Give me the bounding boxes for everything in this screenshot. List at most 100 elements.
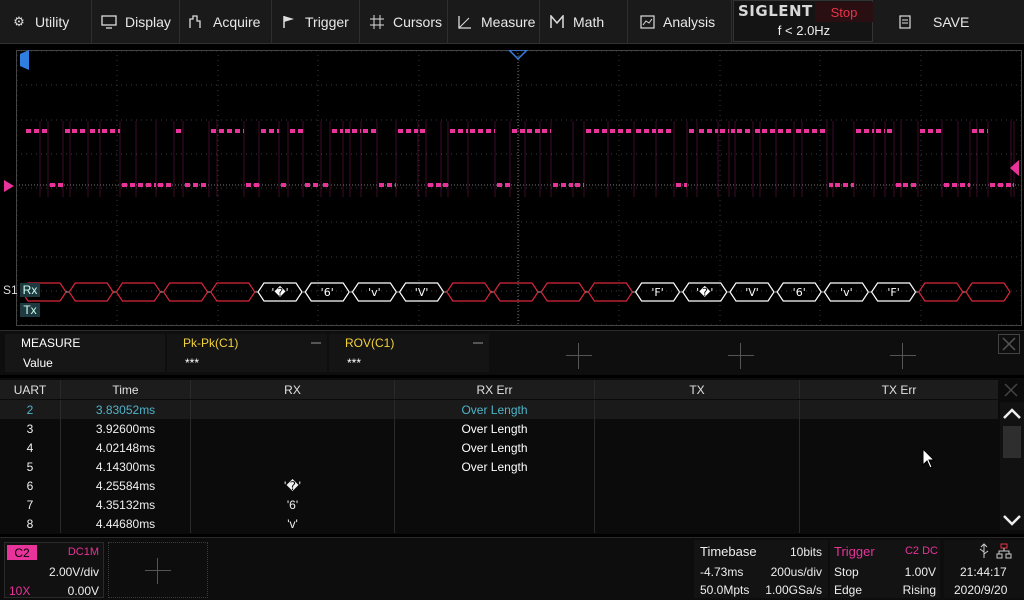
col-header-uart: UART: [0, 380, 61, 399]
col-header-rx: RX: [191, 380, 395, 399]
timebase-scale: 200us/div: [770, 565, 822, 579]
brand-status-box: SIGLENT Stop f < 2.0Hz: [733, 0, 873, 42]
save-label: SAVE: [933, 14, 970, 30]
menu-cursors-label: Cursors: [393, 14, 443, 30]
table-cell-tx: [595, 400, 800, 419]
table-header: UART Time RX RX Err TX TX Err: [0, 380, 998, 399]
table-cell-tx-err: [800, 419, 998, 438]
table-row[interactable]: 2 3.83052ms Over Length: [0, 400, 998, 419]
table-cell-time: 4.35132ms: [61, 495, 191, 514]
table-cell-uart: 3: [0, 419, 61, 438]
table-cell-rx: '6': [191, 495, 395, 514]
table-cell-tx-err: [800, 514, 998, 533]
ruler-icon: [456, 14, 474, 30]
decode-table: UART Time RX RX Err TX TX Err 2 3.83052ms…: [0, 378, 1024, 534]
table-cell-rx: [191, 419, 395, 438]
menu-measure-label: Measure: [481, 14, 536, 30]
trigger-position-marker[interactable]: [507, 50, 529, 61]
trigger-mode: Stop: [834, 565, 859, 579]
trigger-box[interactable]: Trigger C2 DC Stop 1.00V Edge Rising: [830, 540, 940, 598]
top-menu-bar: ⚙ Utility Display Acquire Trigger Cursors…: [0, 0, 1024, 44]
col-header-rx-err: RX Err: [395, 380, 595, 399]
table-cell-tx: [595, 457, 800, 476]
table-cell-rx-err: Over Length: [395, 457, 595, 476]
flag-icon: [280, 14, 298, 30]
menu-trigger-label: Trigger: [305, 14, 349, 30]
minus-icon[interactable]: [311, 342, 321, 344]
trigger-type: Edge: [834, 583, 863, 597]
table-cell-uart: 7: [0, 495, 61, 514]
table-cell-rx-err: Over Length: [395, 419, 595, 438]
timebase-box[interactable]: Timebase 10bits -4.73ms 200us/div 50.0Mp…: [694, 540, 828, 598]
menu-math[interactable]: Math: [540, 0, 628, 44]
table-cell-time: 3.92600ms: [61, 419, 191, 438]
measure-slot-1[interactable]: Pk-Pk(C1) ***: [167, 334, 327, 372]
close-table-icon[interactable]: [1000, 380, 1022, 400]
crosshair-icon: [368, 14, 386, 30]
menu-trigger[interactable]: Trigger: [272, 0, 360, 44]
table-cell-tx: [595, 495, 800, 514]
run-stop-state[interactable]: Stop: [815, 2, 873, 22]
trigger-frequency: f < 2.0Hz: [777, 23, 831, 38]
timebase-left-marker: [20, 50, 29, 70]
add-channel-plus-icon[interactable]: [145, 558, 171, 584]
minus-icon[interactable]: [473, 342, 483, 344]
chevron-down-icon[interactable]: [1000, 510, 1024, 530]
chevron-up-icon[interactable]: [1000, 404, 1024, 424]
system-info-box: 21:44:17 2020/9/20: [944, 540, 1024, 598]
table-cell-tx: [595, 419, 800, 438]
table-scrollbar[interactable]: [1000, 402, 1024, 530]
close-measure-icon[interactable]: [998, 334, 1020, 354]
table-cell-tx-err: [800, 495, 998, 514]
clock-date: 2020/9/20: [954, 583, 1008, 597]
trigger-level-marker[interactable]: [1010, 160, 1019, 176]
save-button[interactable]: SAVE: [880, 0, 1024, 44]
measure-1-value: ***: [185, 356, 200, 370]
table-cell-rx: 'v': [191, 514, 395, 533]
table-cell-rx: [191, 438, 395, 457]
menu-display[interactable]: Display: [92, 0, 180, 44]
add-measure-plus-icon[interactable]: [566, 343, 592, 369]
channel-name: C2: [7, 545, 37, 560]
trigger-slope: Rising: [902, 583, 936, 597]
timebase-sample-rate: 1.00GSa/s: [765, 583, 822, 597]
table-row[interactable]: 5 4.14300ms Over Length: [0, 457, 998, 476]
table-row[interactable]: 8 4.44680ms'v': [0, 514, 998, 533]
table-row[interactable]: 7 4.35132ms '6': [0, 495, 998, 514]
status-bar: C2 DC1M 2.00V/div 10X 0.00V Timebase 10b…: [0, 537, 1024, 600]
menu-acquire[interactable]: Acquire: [180, 0, 272, 44]
measure-2-name: ROV(C1): [345, 336, 395, 350]
table-row[interactable]: 6 4.25584ms '�': [0, 476, 998, 495]
network-icon: [996, 543, 1012, 559]
table-row[interactable]: 4 4.02148ms Over Length: [0, 438, 998, 457]
mouse-pointer-icon: [922, 448, 936, 469]
save-icon: [896, 14, 914, 30]
table-cell-uart: 4: [0, 438, 61, 457]
timebase-delay: -4.73ms: [700, 565, 744, 579]
menu-cursors[interactable]: Cursors: [360, 0, 448, 44]
measure-value-label: Value: [23, 356, 53, 370]
menu-math-label: Math: [573, 14, 605, 30]
table-cell-tx-err: [800, 457, 998, 476]
channel-offset-marker[interactable]: [4, 180, 14, 192]
table-cell-time: 4.44680ms: [61, 514, 191, 533]
table-cell-rx: [191, 457, 395, 476]
add-measure-plus-icon[interactable]: [890, 343, 916, 369]
menu-analysis[interactable]: Analysis: [628, 0, 732, 44]
table-cell-tx-err: [800, 438, 998, 457]
channel-c2-box[interactable]: C2 DC1M 2.00V/div 10X 0.00V: [4, 542, 104, 598]
add-channel-slot[interactable]: [108, 542, 208, 598]
menu-measure[interactable]: Measure: [448, 0, 540, 44]
table-row[interactable]: 3 3.92600ms Over Length: [0, 419, 998, 438]
table-cell-tx: [595, 514, 800, 533]
menu-display-label: Display: [125, 14, 171, 30]
menu-analysis-label: Analysis: [663, 14, 716, 30]
trigger-level: 1.00V: [904, 565, 936, 579]
menu-utility-label: Utility: [35, 14, 70, 30]
menu-utility[interactable]: ⚙ Utility: [0, 0, 92, 44]
measure-slot-2[interactable]: ROV(C1) ***: [329, 334, 489, 372]
clock-time: 21:44:17: [960, 565, 1007, 579]
table-cell-time: 4.02148ms: [61, 438, 191, 457]
scrollbar-thumb[interactable]: [1003, 426, 1021, 458]
add-measure-plus-icon[interactable]: [728, 343, 754, 369]
